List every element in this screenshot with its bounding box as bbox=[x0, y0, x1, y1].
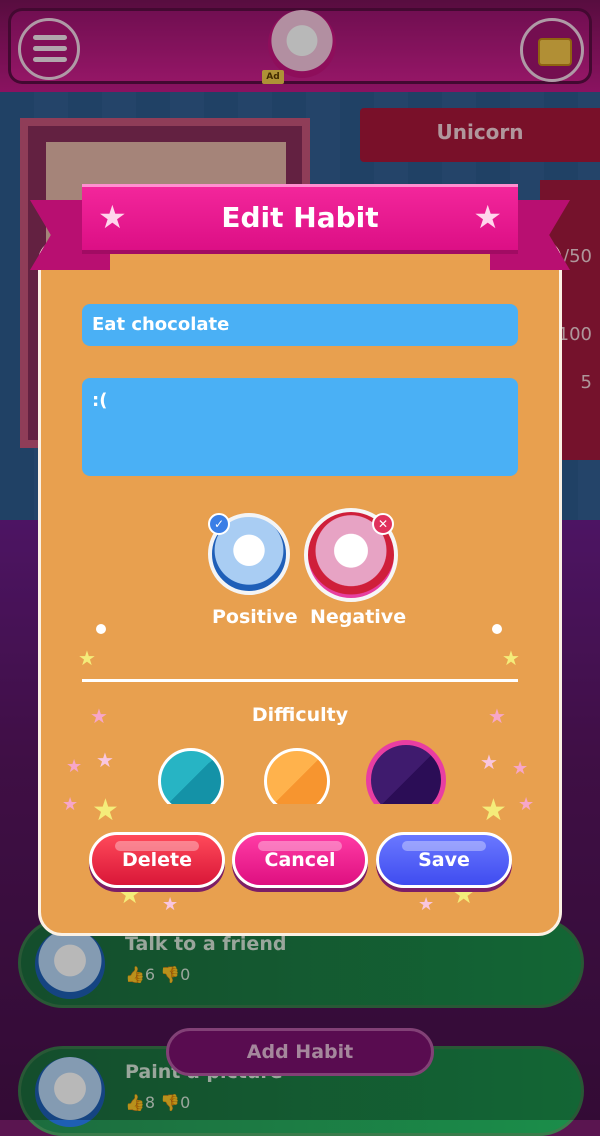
star-icon: ★ bbox=[480, 793, 507, 828]
star-icon: ★ bbox=[502, 646, 520, 670]
star-icon: ★ bbox=[473, 198, 502, 236]
difficulty-medium-button[interactable] bbox=[264, 748, 330, 804]
star-icon: ★ bbox=[518, 794, 535, 815]
divider bbox=[82, 679, 518, 682]
star-icon: ★ bbox=[488, 704, 506, 728]
star-icon: ★ bbox=[62, 794, 79, 815]
star-icon: ★ bbox=[480, 750, 498, 774]
star-icon: ★ bbox=[92, 793, 119, 828]
check-icon: ✓ bbox=[208, 513, 230, 535]
star-icon: ★ bbox=[98, 198, 127, 236]
star-icon: ★ bbox=[512, 758, 529, 779]
save-button[interactable]: Save bbox=[376, 832, 512, 888]
dialog-title: Edit Habit bbox=[221, 201, 379, 234]
star-icon: ★ bbox=[418, 894, 435, 915]
dialog-title-ribbon: Edit Habit ★ ★ bbox=[82, 184, 518, 254]
close-icon: ✕ bbox=[372, 513, 394, 535]
star-icon: ★ bbox=[90, 704, 108, 728]
positive-label: Positive bbox=[212, 606, 298, 628]
difficulty-options bbox=[140, 740, 470, 804]
star-icon: ★ bbox=[66, 756, 83, 777]
habit-notes-input[interactable]: :( bbox=[82, 378, 518, 476]
star-icon: ★ bbox=[78, 646, 96, 670]
sparkle-dot bbox=[96, 624, 106, 634]
cancel-button[interactable]: Cancel bbox=[232, 832, 368, 888]
delete-button[interactable]: Delete bbox=[89, 832, 225, 888]
sparkle-dot bbox=[492, 624, 502, 634]
habit-name-input[interactable]: Eat chocolate bbox=[82, 304, 518, 346]
negative-label: Negative bbox=[310, 606, 407, 628]
difficulty-easy-button[interactable] bbox=[158, 748, 224, 804]
star-icon: ★ bbox=[162, 894, 179, 915]
difficulty-hard-button[interactable] bbox=[366, 740, 446, 804]
star-icon: ★ bbox=[96, 748, 114, 772]
